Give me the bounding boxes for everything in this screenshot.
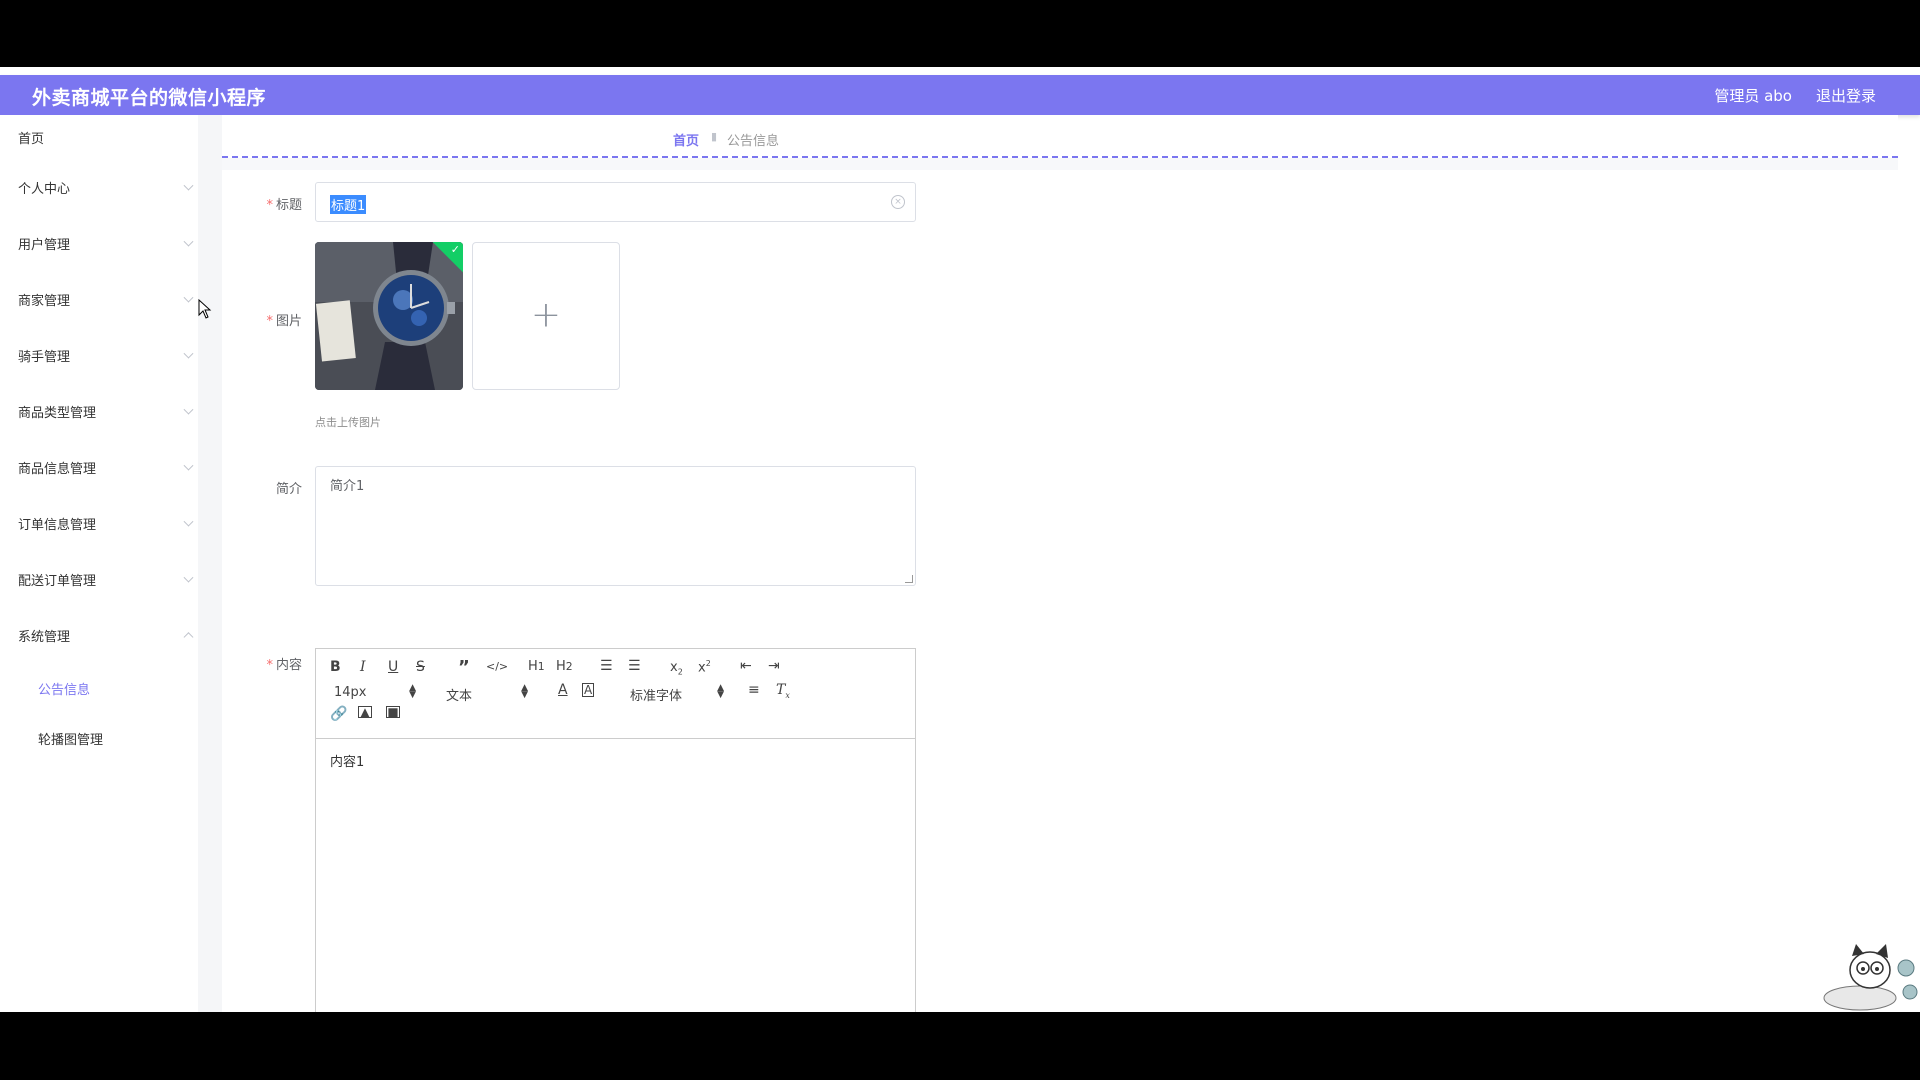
rich-text-editor: B I U S ” </> H1 H2 ☰ ☰ x2 x2 ⇤ ⇥ 14px ▲… <box>315 648 916 1012</box>
subscript-icon[interactable]: x2 <box>670 660 683 677</box>
summary-value: 简介1 <box>330 479 365 494</box>
chevron-down-icon <box>183 348 194 359</box>
summary-label: 简介 <box>275 482 302 497</box>
font-size-select[interactable]: 14px ▲ ▼ <box>334 683 416 701</box>
user-area: 管理员 abo 退出登录 <box>1714 85 1876 106</box>
sidebar-item-label: 配送订单管理 <box>18 573 97 589</box>
sidebar-item-product-types[interactable]: 商品类型管理 <box>0 383 198 439</box>
sidebar-subitem-label: 公告信息 <box>38 682 91 698</box>
required-mark: * <box>266 198 273 213</box>
sidebar-item-label: 个人中心 <box>18 181 71 197</box>
code-block-icon[interactable]: </> <box>486 660 508 673</box>
sidebar-subitem-label: 轮播图管理 <box>38 732 104 748</box>
chevron-up-icon <box>183 632 194 643</box>
indent-icon[interactable]: ⇥ <box>768 658 780 674</box>
breadcrumb-current: 公告信息 <box>727 134 780 149</box>
font-family-select[interactable]: 标准字体 ▲ ▼ <box>630 683 724 705</box>
breadcrumb: 首页 ▮ 公告信息 <box>222 115 1898 158</box>
check-icon: ✓ <box>450 243 460 256</box>
sidebar-item-delivery-orders[interactable]: 配送订单管理 <box>0 551 198 607</box>
sidebar-item-label: 商品信息管理 <box>18 461 97 477</box>
sidebar-item-label: 订单信息管理 <box>18 517 97 533</box>
image-label: * 图片 <box>266 314 302 329</box>
chevron-down-icon <box>183 460 194 471</box>
title-input-value: 标题1 <box>330 195 367 214</box>
chevron-down-icon <box>183 180 194 191</box>
header-1-icon[interactable]: H1 <box>528 659 545 674</box>
summary-textarea[interactable]: 简介1 <box>315 466 916 586</box>
watch-photo <box>315 242 463 390</box>
chevron-down-icon <box>183 516 194 527</box>
blockquote-icon[interactable]: ” <box>458 657 470 678</box>
upload-tip: 点击上传图片 <box>315 416 381 429</box>
sidebar-item-label: 商家管理 <box>18 293 71 309</box>
sidebar-item-home[interactable]: 首页 <box>0 115 198 159</box>
sidebar-menu: 首页 个人中心 用户管理 商家管理 骑手管理 商品类型管理 商品信息管理 订单信… <box>0 115 198 1012</box>
sidebar-item-merchants[interactable]: 商家管理 <box>0 271 198 327</box>
sidebar-item-users[interactable]: 用户管理 <box>0 215 198 271</box>
sidebar-item-label: 系统管理 <box>18 629 71 645</box>
align-icon[interactable]: ≡ <box>748 682 760 698</box>
editor-toolbar: B I U S ” </> H1 H2 ☰ ☰ x2 x2 ⇤ ⇥ 14px ▲… <box>316 649 915 739</box>
chevron-down-icon <box>183 292 194 303</box>
image-icon[interactable]: ▲ <box>358 706 372 718</box>
italic-icon[interactable]: I <box>360 659 366 675</box>
sidebar-item-riders[interactable]: 骑手管理 <box>0 327 198 383</box>
mascot-icon <box>1823 944 1918 1011</box>
image-upload-button[interactable]: + <box>472 242 620 390</box>
select-arrows-icon: ▲ ▼ <box>409 683 416 700</box>
sidebar-item-personal-center[interactable]: 个人中心 <box>0 159 198 215</box>
strikethrough-icon[interactable]: S <box>416 659 425 675</box>
editor-content[interactable]: 内容1 <box>316 739 915 782</box>
uploaded-image-thumbnail[interactable]: ✓ <box>315 242 463 390</box>
outdent-icon[interactable]: ⇤ <box>740 658 752 674</box>
chevron-down-icon <box>183 572 194 583</box>
breadcrumb-home-link[interactable]: 首页 <box>673 130 699 149</box>
sidebar-subitem-announcements[interactable]: 公告信息 <box>0 663 198 713</box>
content-label: * 内容 <box>266 658 302 673</box>
paragraph-select[interactable]: 文本 ▲ ▼ <box>446 683 528 705</box>
select-arrows-icon: ▲ ▼ <box>521 683 528 700</box>
sidebar-item-label: 首页 <box>18 131 45 147</box>
announcement-form: * 标题 标题1 × * 图片 ✓ + 点击上传图片 简介 简介1 * 内容 B… <box>222 170 1898 1012</box>
mouse-cursor-icon <box>198 299 212 319</box>
main-content: 首页 ▮ 公告信息 * 标题 标题1 × * 图片 ✓ + 点击上传图片 简介 … <box>222 115 1898 1012</box>
breadcrumb-separator-icon: ▮ <box>711 130 718 143</box>
superscript-icon[interactable]: x2 <box>698 659 711 675</box>
required-mark: * <box>266 314 273 329</box>
app-window: 外卖商城平台的微信小程序 管理员 abo 退出登录 首页 个人中心 用户管理 商… <box>0 67 1920 1012</box>
chevron-down-icon <box>183 404 194 415</box>
plus-icon: + <box>530 294 562 336</box>
sidebar-item-label: 商品类型管理 <box>18 405 97 421</box>
underline-icon[interactable]: U <box>388 659 398 675</box>
sidebar-item-products[interactable]: 商品信息管理 <box>0 439 198 495</box>
sidebar-item-label: 用户管理 <box>18 237 71 253</box>
user-name[interactable]: 管理员 abo <box>1714 85 1792 106</box>
ordered-list-icon[interactable]: ☰ <box>600 658 613 674</box>
bullet-list-icon[interactable]: ☰ <box>628 658 641 674</box>
font-color-icon[interactable]: A <box>558 682 568 698</box>
sidebar-item-orders[interactable]: 订单信息管理 <box>0 495 198 551</box>
top-header: 外卖商城平台的微信小程序 管理员 abo 退出登录 <box>0 75 1920 115</box>
resize-handle-icon[interactable] <box>905 575 913 583</box>
select-arrows-icon: ▲ ▼ <box>717 683 724 700</box>
content-value: 内容1 <box>330 755 365 770</box>
link-icon[interactable]: 🔗 <box>330 706 347 722</box>
required-mark: * <box>266 658 273 673</box>
title-label: * 标题 <box>266 198 302 213</box>
clean-format-icon[interactable]: Tx <box>776 682 790 700</box>
sidebar-item-label: 骑手管理 <box>18 349 71 365</box>
background-color-icon[interactable]: A <box>582 683 595 697</box>
header-2-icon[interactable]: H2 <box>556 659 573 674</box>
app-title: 外卖商城平台的微信小程序 <box>32 87 267 109</box>
sidebar-subitem-carousel[interactable]: 轮播图管理 <box>0 713 198 763</box>
bold-icon[interactable]: B <box>330 659 341 675</box>
logout-button[interactable]: 退出登录 <box>1816 85 1876 106</box>
sidebar-item-system[interactable]: 系统管理 <box>0 607 198 663</box>
sidebar-gutter <box>198 115 222 1012</box>
chevron-down-icon <box>183 236 194 247</box>
title-input[interactable]: 标题1 × <box>315 182 916 222</box>
clear-icon[interactable]: × <box>891 195 905 209</box>
video-icon[interactable]: ■ <box>386 706 400 718</box>
